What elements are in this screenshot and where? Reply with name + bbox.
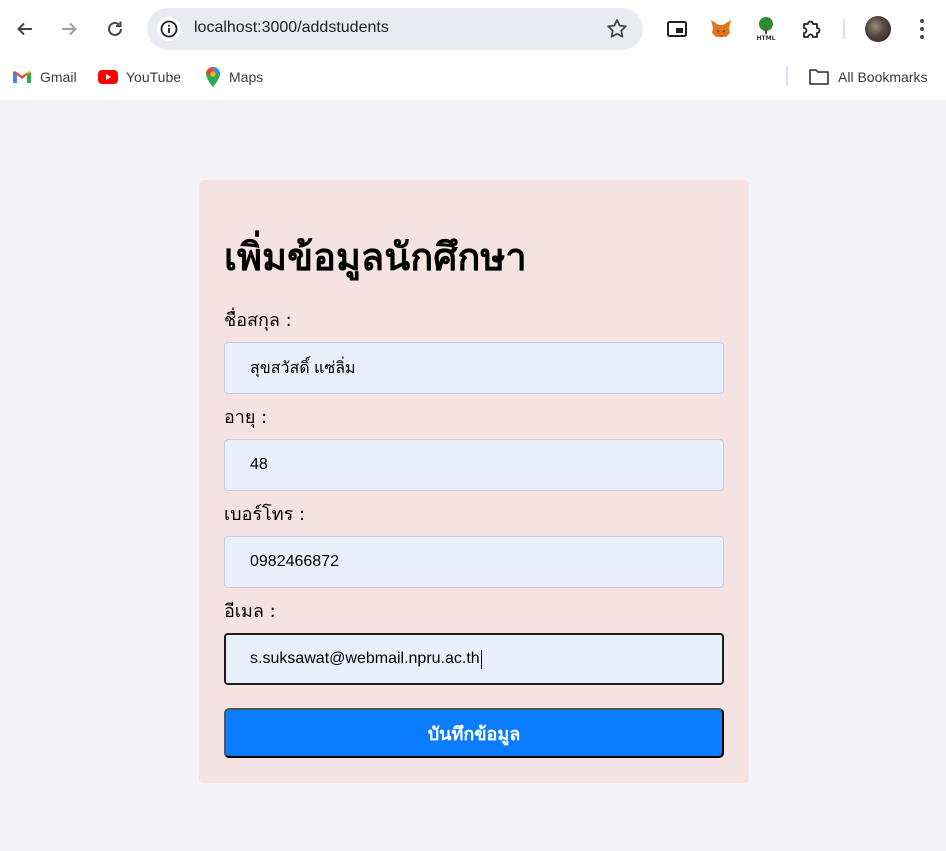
profile-avatar[interactable] xyxy=(865,16,891,42)
arrow-left-icon xyxy=(17,22,32,36)
email-label: อีเมล : xyxy=(224,601,276,622)
dot xyxy=(920,19,924,23)
phone-value: 0982466872 xyxy=(250,553,339,570)
tree-icon: HTML xyxy=(757,17,776,42)
arrow-right-icon xyxy=(62,22,77,36)
bookmarks-divider xyxy=(786,66,788,86)
bookmark-maps[interactable]: Maps xyxy=(205,67,263,87)
reload-button[interactable] xyxy=(101,11,129,47)
forward-button[interactable] xyxy=(55,11,83,47)
email-value: s.suksawat@webmail.npru.ac.th xyxy=(250,650,480,667)
bookmarks-bar: Gmail YouTube Maps All Bookmarks xyxy=(0,58,946,100)
dot xyxy=(920,35,924,39)
bookmark-label: YouTube xyxy=(126,69,182,85)
url-text[interactable]: localhost:3000/addstudents xyxy=(194,19,389,37)
star-icon xyxy=(607,19,627,38)
bookmark-gmail[interactable]: Gmail xyxy=(12,67,77,87)
all-bookmarks-label: All Bookmarks xyxy=(838,69,928,85)
add-student-card: เพิ่มข้อมูลนักศึกษา ชื่อสกุล : สุขสวัสดิ… xyxy=(199,180,749,783)
name-label: ชื่อสกุล : xyxy=(224,310,292,331)
phone-field[interactable]: 0982466872 xyxy=(224,536,724,588)
metamask-extension-button[interactable] xyxy=(708,14,734,44)
name-field[interactable]: สุขสวัสดิ์ แซ่ลิ่ม xyxy=(224,342,724,394)
age-field[interactable]: 48 xyxy=(224,439,724,491)
age-label: อายุ : xyxy=(224,407,268,428)
text-caret xyxy=(480,649,482,669)
site-info-button[interactable] xyxy=(157,17,181,41)
address-bar[interactable]: localhost:3000/addstudents xyxy=(147,8,643,50)
all-bookmarks-button[interactable]: All Bookmarks xyxy=(808,67,927,87)
phone-label: เบอร์โทร : xyxy=(224,504,306,525)
toolbar-divider xyxy=(843,19,845,39)
bookmark-youtube[interactable]: YouTube xyxy=(98,67,181,87)
html-tree-extension-button[interactable]: HTML xyxy=(753,14,779,44)
dot xyxy=(920,27,924,31)
bookmark-label: Maps xyxy=(229,69,264,85)
extensions-button[interactable] xyxy=(798,14,824,44)
folder-icon xyxy=(809,69,829,85)
back-button[interactable] xyxy=(11,11,39,47)
pip-icon xyxy=(667,21,687,37)
youtube-icon xyxy=(98,70,118,84)
name-value: สุขสวัสดิ์ แซ่ลิ่ม xyxy=(250,359,356,377)
picture-in-picture-button[interactable] xyxy=(664,14,690,44)
page-title: เพิ่มข้อมูลนักศึกษา xyxy=(224,235,527,279)
puzzle-icon xyxy=(803,20,821,38)
email-field[interactable]: s.suksawat@webmail.npru.ac.th xyxy=(224,633,724,685)
info-icon xyxy=(160,20,178,38)
maps-icon xyxy=(206,67,220,87)
save-button[interactable]: บันทึกข้อมูล xyxy=(224,708,724,758)
age-value: 48 xyxy=(250,456,268,473)
gmail-icon xyxy=(13,71,31,83)
browser-toolbar: localhost:3000/addstudents HTML xyxy=(0,0,946,58)
svg-text:HTML: HTML xyxy=(757,35,776,42)
bookmark-label: Gmail xyxy=(40,69,77,85)
fox-icon xyxy=(711,20,731,37)
reload-icon xyxy=(108,21,122,36)
browser-menu-button[interactable] xyxy=(912,15,932,43)
bookmark-star-button[interactable] xyxy=(605,17,629,45)
